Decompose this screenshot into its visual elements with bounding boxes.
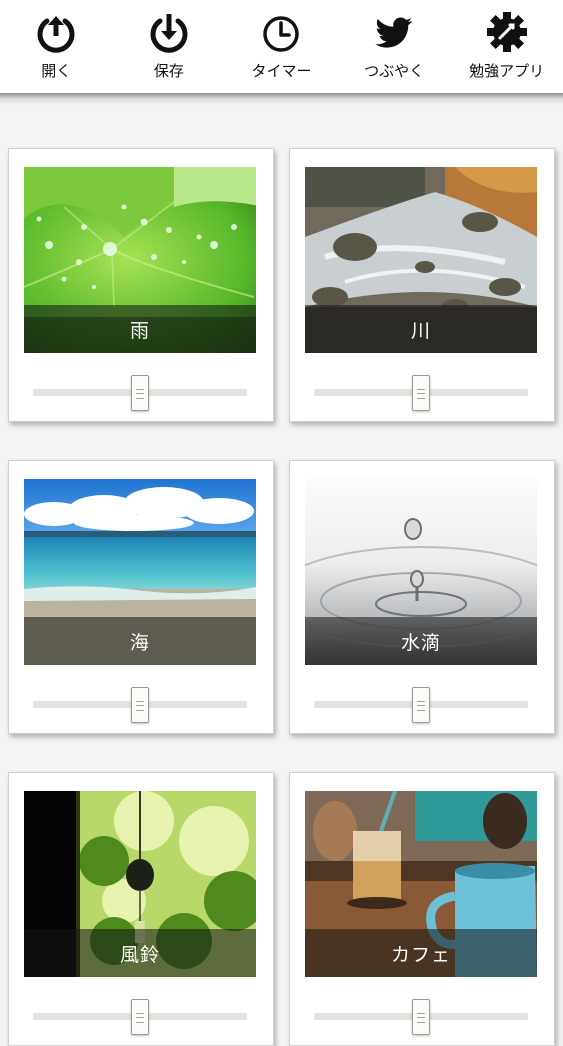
water-drop-thumbnail[interactable]: 水滴: [305, 479, 537, 665]
tweet-label: つぶやく: [364, 62, 425, 80]
cafe-label: カフェ: [305, 929, 537, 977]
sound-card-water-drop: 水滴: [289, 460, 555, 734]
slider-handle[interactable]: [131, 375, 149, 411]
river-thumbnail[interactable]: 川: [305, 167, 537, 353]
sound-card-rain: 雨: [8, 148, 274, 422]
river-volume-slider[interactable]: [314, 375, 528, 411]
timer-button[interactable]: タイマー: [225, 0, 337, 93]
wind-chime-label: 風鈴: [24, 929, 256, 977]
timer-icon: [263, 16, 300, 52]
timer-label: タイマー: [251, 62, 312, 80]
sound-card-sea: 海: [8, 460, 274, 734]
tweet-button[interactable]: つぶやく: [338, 0, 450, 93]
sea-thumbnail[interactable]: 海: [24, 479, 256, 665]
gear-icon: [486, 12, 527, 52]
open-button[interactable]: 開く: [0, 0, 112, 93]
sound-card-river: 川: [289, 148, 555, 422]
save-icon: [150, 14, 188, 53]
study-app-button[interactable]: 勉強アプリ: [451, 0, 563, 93]
save-label: 保存: [153, 62, 184, 80]
cafe-volume-slider[interactable]: [314, 999, 528, 1035]
study-app-label: 勉強アプリ: [469, 62, 545, 80]
rain-label: 雨: [24, 305, 256, 353]
water-drop-volume-slider[interactable]: [314, 687, 528, 723]
sea-label: 海: [24, 617, 256, 665]
sound-card-wind-chime: 風鈴: [8, 772, 274, 1046]
rain-thumbnail[interactable]: 雨: [24, 167, 256, 353]
slider-handle[interactable]: [131, 999, 149, 1035]
slider-handle[interactable]: [412, 999, 430, 1035]
slider-handle[interactable]: [412, 687, 430, 723]
twitter-icon: [375, 17, 413, 48]
cafe-thumbnail[interactable]: カフェ: [305, 791, 537, 977]
river-label: 川: [305, 305, 537, 353]
wind-chime-thumbnail[interactable]: 風鈴: [24, 791, 256, 977]
rain-volume-slider[interactable]: [33, 375, 247, 411]
toolbar-shadow: [0, 93, 563, 105]
water-drop-label: 水滴: [305, 617, 537, 665]
slider-handle[interactable]: [131, 687, 149, 723]
sound-card-cafe: カフェ: [289, 772, 555, 1046]
sea-volume-slider[interactable]: [33, 687, 247, 723]
open-label: 開く: [41, 62, 72, 80]
top-toolbar: 開く 保存 タイマー つぶやく 勉強アプリ: [0, 0, 563, 94]
slider-handle[interactable]: [412, 375, 430, 411]
save-button[interactable]: 保存: [113, 0, 225, 93]
wind-chime-volume-slider[interactable]: [33, 999, 247, 1035]
open-icon: [37, 16, 75, 53]
